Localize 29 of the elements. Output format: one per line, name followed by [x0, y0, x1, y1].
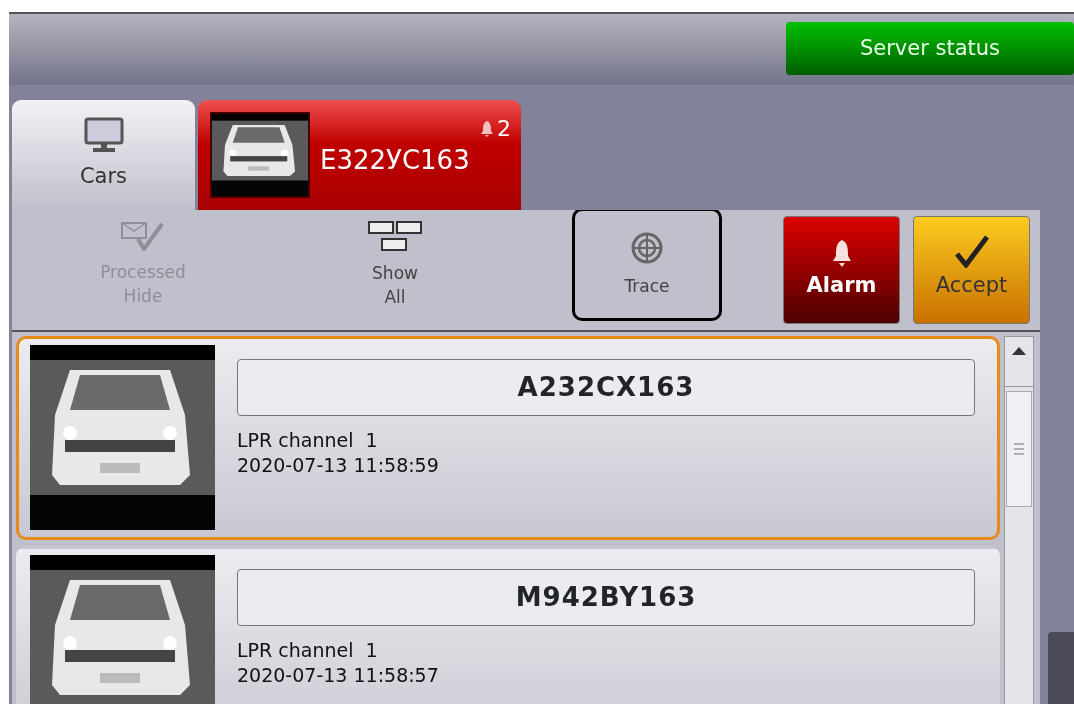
- tab[interactable]: Cars: [12, 100, 195, 210]
- scroll-thumb[interactable]: [1006, 391, 1032, 507]
- timestamp-text: 2020-07-13 11:58:59: [237, 452, 440, 478]
- bell-icon: [830, 237, 853, 268]
- server-status-button[interactable]: Server status: [786, 22, 1074, 75]
- tab-label: Cars: [79, 163, 128, 191]
- channel-text: LPR channel 1: [237, 638, 379, 663]
- scroll-up-icon[interactable]: [1012, 347, 1026, 355]
- plate-field: A232CX163: [237, 359, 975, 416]
- timestamp-text: 2020-07-13 11:58:57: [237, 662, 440, 688]
- bell-icon: [480, 120, 494, 137]
- plate-field: M942BY163: [237, 569, 975, 626]
- toolbar-button[interactable]: Trace: [572, 210, 722, 321]
- event-card[interactable]: A232CX163 LPR channel 1 2020-07-13 11:58:59: [16, 336, 1000, 540]
- accept-button[interactable]: Accept: [913, 216, 1030, 324]
- toolbar-button[interactable]: Show All: [320, 210, 470, 321]
- monitor-icon: [83, 117, 124, 154]
- layout-icon: [367, 219, 423, 252]
- alarm-button[interactable]: Alarm: [783, 216, 900, 324]
- event-card[interactable]: M942BY163 LPR channel 1 2020-07-13 11:58:57: [16, 546, 1000, 704]
- alarm-count: 2: [480, 112, 511, 145]
- envelope-check-icon: [120, 220, 166, 251]
- tab-label: E322УС163: [320, 143, 470, 177]
- scrollbar[interactable]: [1004, 336, 1034, 704]
- target-icon: [630, 230, 664, 265]
- checkmark-icon: [953, 233, 990, 268]
- tab[interactable]: E322УС163 2: [198, 100, 521, 210]
- channel-text: LPR channel 1: [237, 428, 379, 453]
- grip-icon: [1014, 442, 1024, 456]
